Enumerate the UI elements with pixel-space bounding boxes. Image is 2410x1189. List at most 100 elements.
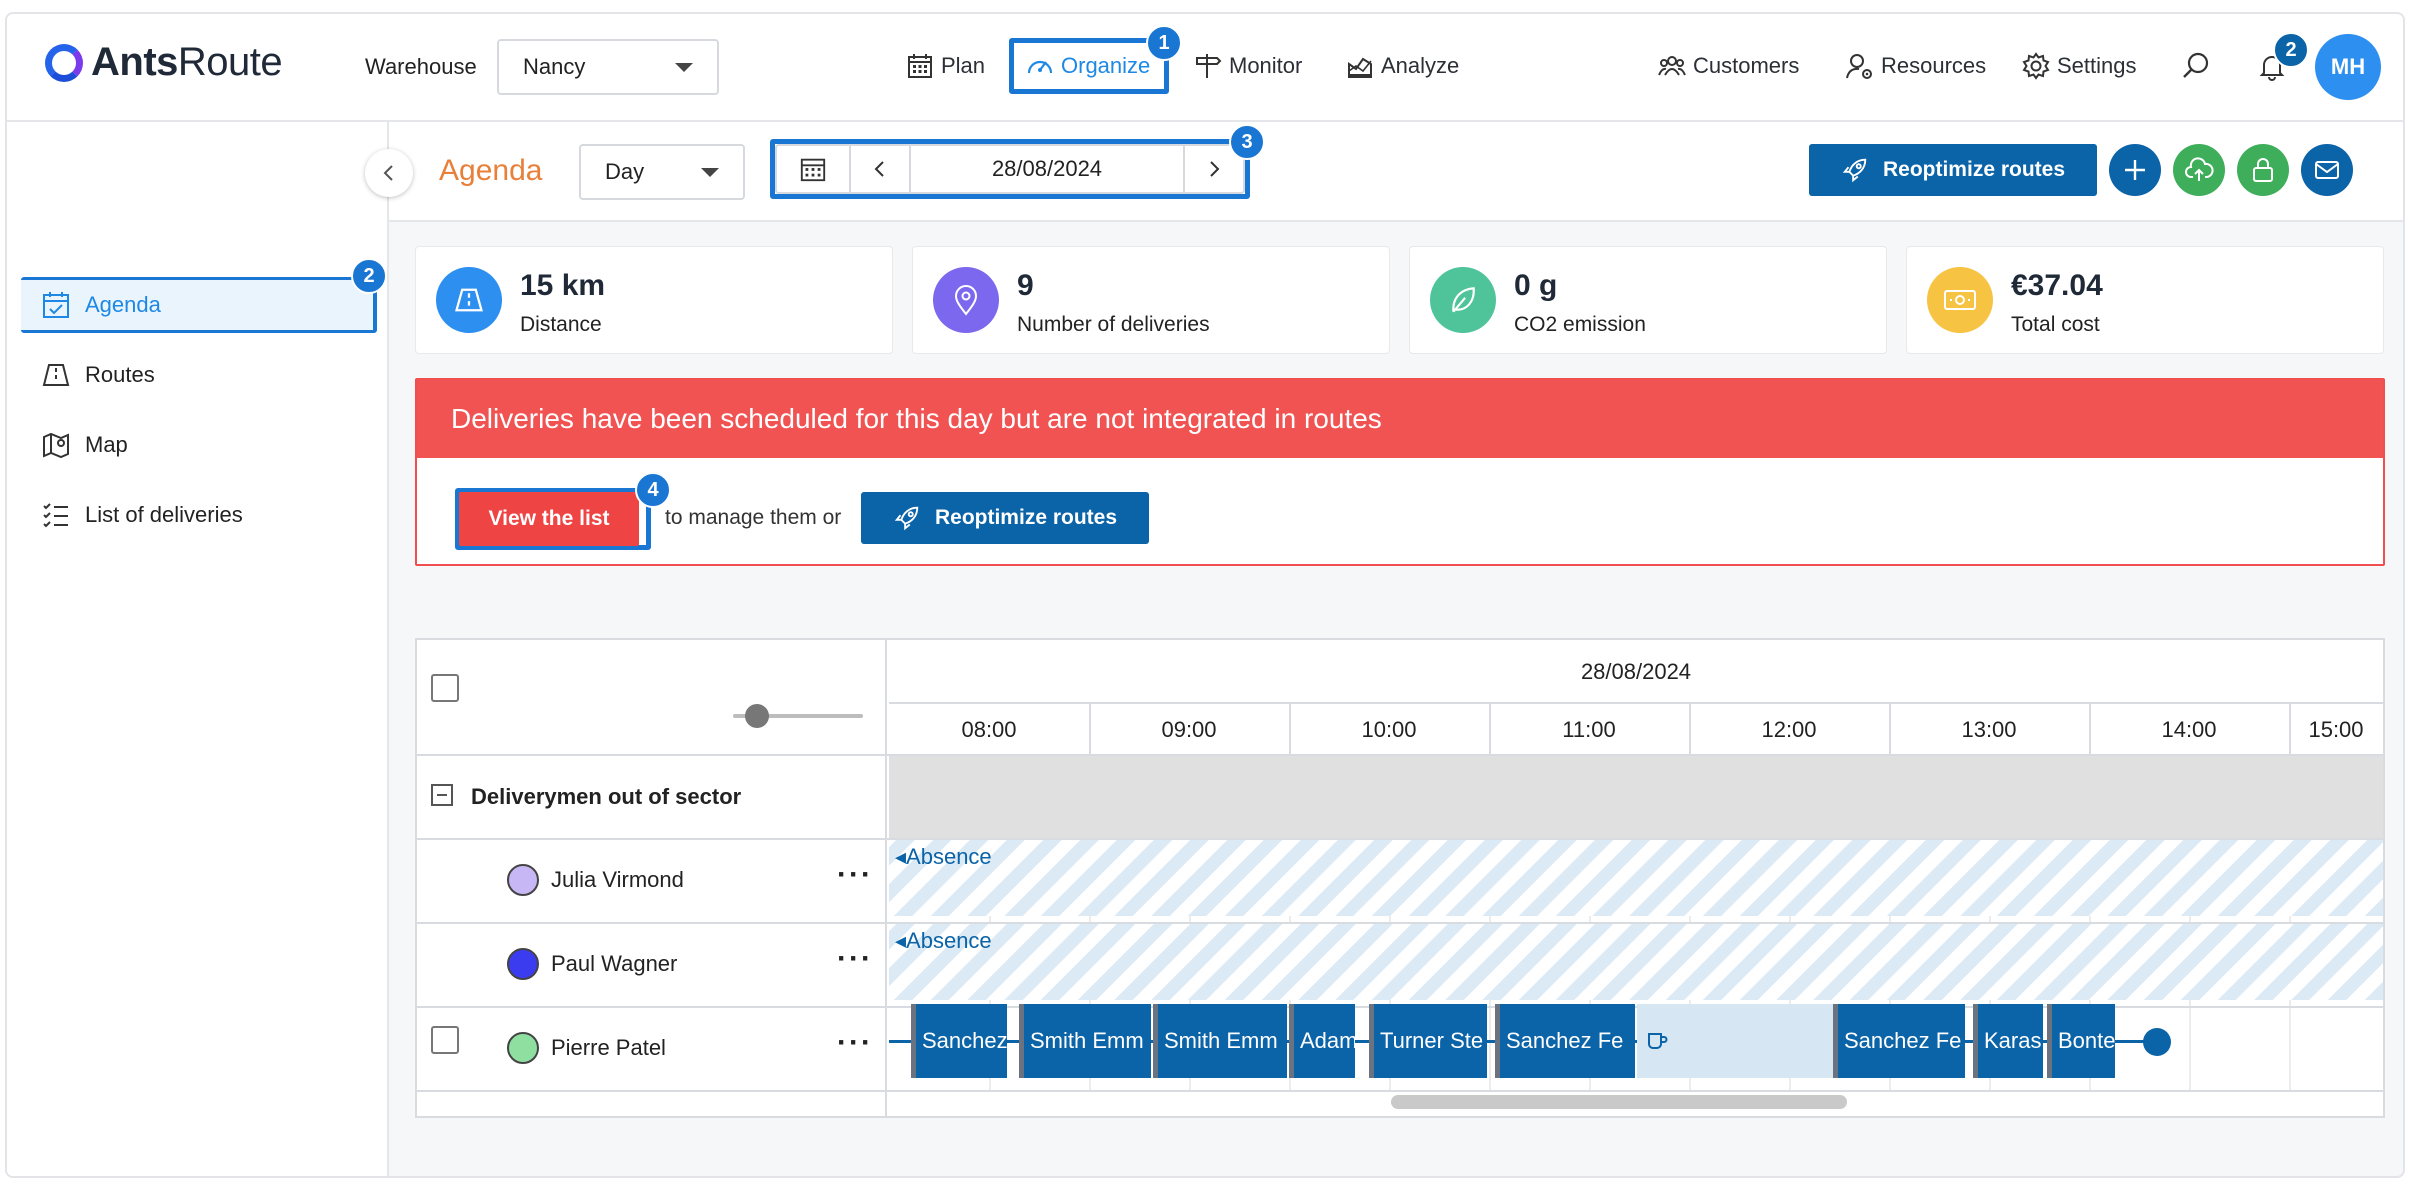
- driver-name: Paul Wagner: [551, 951, 678, 976]
- collapse-sidebar-button[interactable]: [365, 149, 413, 197]
- zoom-slider-handle[interactable]: [745, 704, 769, 728]
- view-mode-select[interactable]: Day: [579, 144, 745, 200]
- scheduler-date-header: 28/08/2024: [1580, 659, 1692, 684]
- driver-checkbox[interactable]: [431, 1026, 459, 1054]
- collapse-group-toggle[interactable]: [431, 784, 453, 806]
- stat-label: Distance: [520, 313, 602, 336]
- group-label: Deliverymen out of sector: [471, 784, 742, 809]
- calendar-check-icon: [43, 292, 69, 318]
- alert-message: Deliveries have been scheduled for this …: [417, 380, 2383, 458]
- view-mode-value: Day: [605, 159, 645, 184]
- absence-block[interactable]: [889, 924, 2383, 1000]
- money-icon: [1927, 267, 1993, 333]
- driver-more-button[interactable]: ···: [837, 942, 873, 976]
- cloud-upload-button[interactable]: [2173, 144, 2225, 196]
- hour-header: 09:00: [1161, 717, 1217, 742]
- current-date[interactable]: 28/08/2024: [911, 146, 1185, 192]
- calendar-grid-icon: [908, 54, 932, 78]
- map-icon: [43, 432, 69, 459]
- user-gear-icon: [1846, 54, 1872, 79]
- hour-header: 11:00: [1562, 717, 1616, 742]
- route-end-marker[interactable]: [2143, 1028, 2171, 1056]
- reoptimize-routes-button[interactable]: Reoptimize routes: [1809, 144, 2097, 196]
- nav-organize[interactable]: Organize: [1025, 44, 1150, 88]
- previous-day-button[interactable]: [851, 146, 911, 192]
- checklist-icon: [43, 503, 68, 528]
- date-picker: 28/08/2024: [775, 144, 1245, 194]
- absence-label: ◂Absence: [895, 928, 992, 953]
- cloud-upload-icon: [2185, 157, 2214, 181]
- nav-plan-label: Plan: [941, 53, 986, 78]
- delivery-task[interactable]: Adam: [1289, 1004, 1355, 1078]
- reoptimize-routes-label: Reoptimize routes: [1882, 158, 2066, 181]
- lock-button[interactable]: [2237, 144, 2289, 196]
- plus-icon: [2125, 160, 2145, 180]
- stat-label: CO2 emission: [1514, 313, 1646, 336]
- select-all-checkbox[interactable]: [431, 674, 459, 702]
- delivery-task[interactable]: Bonte: [2047, 1004, 2115, 1078]
- view-the-list-button[interactable]: View the list: [459, 492, 639, 546]
- nav-settings-label: Settings: [2057, 53, 2137, 78]
- chart-area-icon: [1348, 57, 1372, 78]
- add-button[interactable]: [2109, 144, 2161, 196]
- delivery-task[interactable]: Karas: [1973, 1004, 2043, 1078]
- signpost-icon: [1196, 54, 1222, 78]
- sidebar-item-agenda[interactable]: Agenda: [21, 280, 373, 330]
- stat-value: 15 km: [520, 269, 606, 302]
- group-row-background: [889, 756, 2383, 838]
- nav-customers[interactable]: Customers: [1657, 44, 1799, 88]
- driver-more-button[interactable]: ···: [837, 1026, 873, 1060]
- stat-value: 9: [1017, 269, 1034, 302]
- annotation-badge-1: 1: [1146, 25, 1182, 61]
- sidebar-item-label: Map: [85, 432, 128, 457]
- driver-name: Pierre Patel: [551, 1035, 666, 1060]
- road-icon: [42, 364, 70, 386]
- sidebar-item-routes[interactable]: Routes: [21, 350, 373, 400]
- nav-monitor[interactable]: Monitor: [1193, 44, 1302, 88]
- delivery-task[interactable]: Turner Ste: [1369, 1004, 1487, 1078]
- delivery-task[interactable]: Sanchez Fe: [1495, 1004, 1635, 1078]
- user-avatar[interactable]: MH: [2315, 34, 2381, 100]
- nav-customers-label: Customers: [1693, 53, 1800, 78]
- driver-more-button[interactable]: ···: [837, 858, 873, 892]
- delivery-task[interactable]: Sanchez Fe: [1833, 1004, 1965, 1078]
- sidebar-item-map[interactable]: Map: [21, 420, 373, 470]
- nav-analyze[interactable]: Analyze: [1345, 44, 1459, 88]
- stat-card-distance: 15 km Distance: [415, 246, 893, 354]
- unintegrated-deliveries-alert: Deliveries have been scheduled for this …: [415, 378, 2385, 566]
- search-icon: [2183, 52, 2209, 78]
- stat-value: 0 g: [1514, 269, 1558, 302]
- search-button[interactable]: [2181, 44, 2211, 88]
- alert-reoptimize-routes-button[interactable]: Reoptimize routes: [861, 492, 1149, 544]
- warehouse-select[interactable]: Nancy: [497, 39, 719, 95]
- horizontal-scrollbar[interactable]: [1391, 1095, 1847, 1109]
- warehouse-select-value: Nancy: [523, 54, 586, 79]
- annotation-badge-2: 2: [351, 258, 387, 294]
- antsroute-logo[interactable]: AntsRoute: [45, 40, 283, 85]
- hour-header: 13:00: [1961, 717, 2017, 742]
- chevron-left-icon: [874, 161, 884, 177]
- logo-text-bold: Ants: [91, 40, 178, 84]
- delivery-task[interactable]: Smith Emm: [1019, 1004, 1151, 1078]
- stat-label: Total cost: [2011, 313, 2100, 336]
- nav-settings[interactable]: Settings: [2021, 44, 2137, 88]
- calendar-button[interactable]: [777, 146, 851, 192]
- delivery-task[interactable]: Sanchez: [911, 1004, 1007, 1078]
- driver-color-dot: [507, 864, 539, 896]
- hour-header: 14:00: [2161, 717, 2217, 742]
- map-pin-icon: [933, 267, 999, 333]
- hour-header: 15:00: [2308, 717, 2364, 742]
- nav-analyze-label: Analyze: [1381, 53, 1460, 78]
- customers-icon: [1658, 56, 1686, 76]
- nav-plan[interactable]: Plan: [905, 44, 985, 88]
- hour-header: 08:00: [961, 717, 1017, 742]
- sidebar-item-label: Agenda: [85, 292, 161, 317]
- stat-card-co2: 0 g CO2 emission: [1409, 246, 1887, 354]
- email-button[interactable]: [2301, 144, 2353, 196]
- delivery-task[interactable]: Smith Emm: [1153, 1004, 1287, 1078]
- agenda-header: Agenda Day 28/08/2024 3 Reoptimize route…: [389, 122, 2403, 222]
- nav-resources[interactable]: Resources: [1845, 44, 1986, 88]
- stat-card-deliveries: 9 Number of deliveries: [912, 246, 1390, 354]
- absence-block[interactable]: [889, 840, 2383, 916]
- sidebar-item-list-of-deliveries[interactable]: List of deliveries: [21, 490, 373, 540]
